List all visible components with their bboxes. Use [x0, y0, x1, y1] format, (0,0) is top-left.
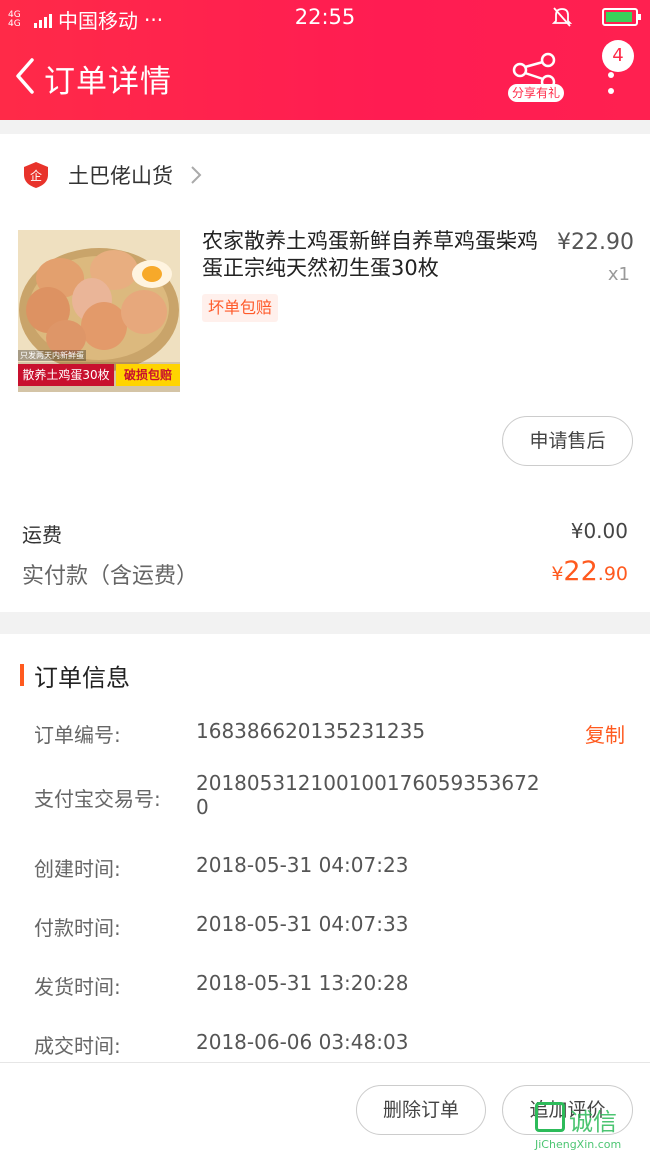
image-caption-left: 散养土鸡蛋30枚: [18, 364, 114, 386]
battery-icon: [602, 8, 641, 26]
chevron-right-icon[interactable]: [189, 165, 203, 185]
watermark-box-icon: [535, 1102, 565, 1132]
completed-time-value: 2018-06-06 03:48:03: [196, 1030, 409, 1054]
paid-time-value: 2018-05-31 04:07:33: [196, 912, 409, 936]
created-time-label: 创建时间:: [34, 857, 121, 881]
order-number-label: 订单编号:: [34, 723, 121, 747]
paid-amount: ¥22.90: [551, 556, 628, 587]
product-image[interactable]: 只发两天内新鲜蛋 散养土鸡蛋30枚 破损包赔: [18, 230, 180, 392]
page-title: 订单详情: [44, 64, 172, 100]
order-number-value: 168386620135231235: [196, 719, 426, 743]
paid-decimal: .90: [597, 563, 628, 585]
message-badge[interactable]: 4: [602, 40, 634, 72]
app-header: 4G 4G 中国移动 ··· 22:55 订单详情 分享有礼 4: [0, 0, 650, 120]
product-price: ¥22.90: [557, 230, 634, 255]
paid-integer: 22: [563, 556, 598, 587]
section-accent-bar: [20, 664, 24, 686]
shipped-time-value: 2018-05-31 13:20:28: [196, 971, 409, 995]
alipay-trade-label: 支付宝交易号:: [34, 787, 161, 811]
section-title: 订单信息: [34, 664, 130, 692]
paid-label: 实付款（含运费）: [22, 564, 199, 589]
back-arrow-icon[interactable]: [12, 56, 40, 96]
copy-button[interactable]: 复制: [585, 719, 625, 748]
order-item-card: 企 土巴佬山货 只发两天内新鲜蛋 散养土鸡蛋30枚 破损包赔 农家散养土鸡蛋新鲜…: [0, 134, 650, 612]
image-caption-right: 破损包赔: [116, 364, 180, 386]
watermark-text: 诚信: [569, 1108, 617, 1136]
shipping-value: ¥0.00: [570, 519, 628, 543]
image-caption-top: 只发两天内新鲜蛋: [18, 350, 86, 361]
created-time-value: 2018-05-31 04:07:23: [196, 853, 409, 877]
watermark-logo: 诚信 JiChengXin.com: [535, 1102, 647, 1152]
product-title[interactable]: 农家散养土鸡蛋新鲜自养草鸡蛋柴鸡蛋正宗纯天然初生蛋30枚: [202, 228, 538, 282]
alipay-trade-value: 2018053121001001760593536720: [196, 771, 540, 819]
watermark-url: JiChengXin.com: [535, 1138, 622, 1151]
shop-badge-icon: 企: [24, 162, 48, 188]
share-gift-label[interactable]: 分享有礼: [508, 84, 564, 102]
shipped-time-label: 发货时间:: [34, 975, 121, 999]
paid-currency: ¥: [551, 563, 564, 585]
bell-muted-icon: [552, 7, 572, 27]
after-sale-button[interactable]: 申请售后: [502, 416, 633, 466]
svg-text:企: 企: [30, 168, 42, 183]
product-quantity: x1: [607, 264, 630, 285]
status-bar: 4G 4G 中国移动 ··· 22:55: [0, 0, 650, 36]
delete-order-button[interactable]: 删除订单: [356, 1085, 486, 1135]
paid-time-label: 付款时间:: [34, 916, 121, 940]
shipping-label: 运费: [22, 523, 62, 547]
guarantee-tag: 坏单包赔: [202, 294, 279, 322]
shop-row[interactable]: 企 土巴佬山货: [22, 158, 203, 192]
completed-time-label: 成交时间:: [34, 1034, 121, 1058]
shop-name[interactable]: 土巴佬山货: [68, 160, 173, 190]
